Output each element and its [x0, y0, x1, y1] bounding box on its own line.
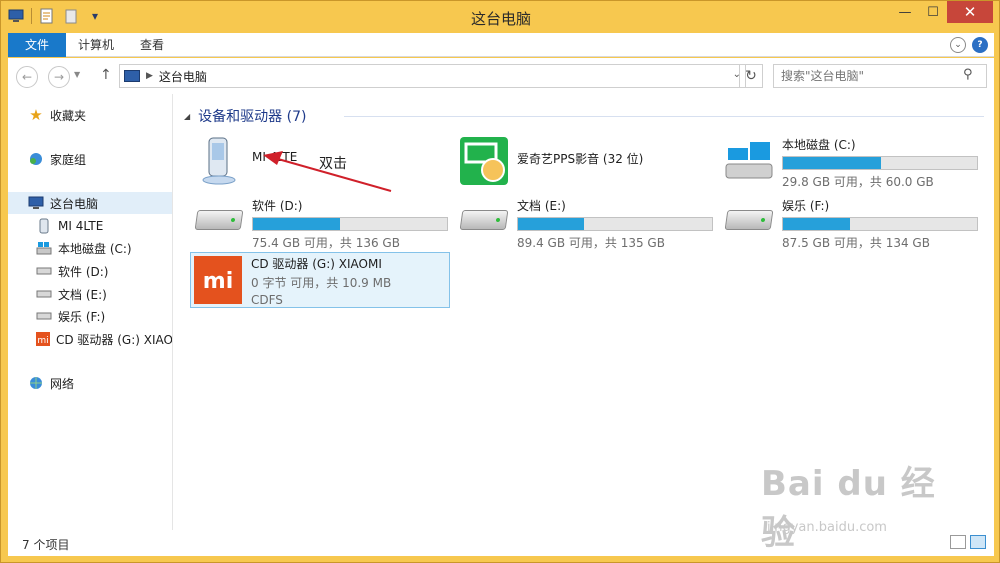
explorer-window: ▾ 这台电脑 — ☐ ✕ 文件 计算机 查看 ⌄ ? ← → ▼ ↑ ▶ 这台电…	[0, 0, 1000, 563]
annotation-text: 双击	[319, 156, 347, 172]
watermark: Bai du 经验 jingyan.baidu.com	[761, 456, 961, 553]
watermark-logo: Bai du 经验	[761, 464, 936, 553]
watermark-url: jingyan.baidu.com	[767, 520, 887, 535]
